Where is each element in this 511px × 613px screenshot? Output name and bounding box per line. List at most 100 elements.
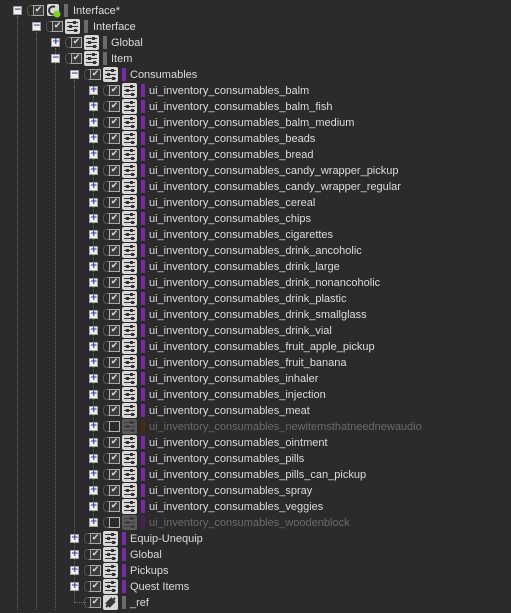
expand-toggle[interactable]: + [70, 566, 79, 575]
tree-row-sound[interactable]: + ✔ ui_inventory_consumables_pills_can_pic… [0, 467, 511, 483]
tree-row-folder[interactable]: + ✔ Pickups [0, 563, 511, 579]
tree-row-sound[interactable]: + ui_inventory_consumables_woodenblock [0, 515, 511, 531]
expand-toggle[interactable]: + [89, 310, 98, 319]
expand-toggle[interactable]: + [89, 86, 98, 95]
expand-toggle[interactable]: + [89, 406, 98, 415]
checkbox[interactable]: ✔ [109, 373, 120, 384]
expand-toggle[interactable]: + [89, 198, 98, 207]
checkbox[interactable]: ✔ [109, 357, 120, 368]
tree-row-sound[interactable]: + ✔ ui_inventory_consumables_candy_wrapper… [0, 179, 511, 195]
checkbox[interactable]: ✔ [109, 213, 120, 224]
tree-row-sound[interactable]: + ✔ ui_inventory_consumables_drink_plastic [0, 291, 511, 307]
tree-row-sound[interactable]: + ✔ ui_inventory_consumables_inhaler [0, 371, 511, 387]
tree-row-sound[interactable]: + ✔ ui_inventory_consumables_balm_medium [0, 115, 511, 131]
tree-row-consumables[interactable]: − ✔ Consumables [0, 67, 511, 83]
expand-toggle[interactable]: + [89, 294, 98, 303]
checkbox[interactable]: ✔ [109, 165, 120, 176]
checkbox[interactable]: ✔ [33, 5, 44, 16]
expand-toggle[interactable]: + [89, 454, 98, 463]
tree-row-sound[interactable]: + ✔ ui_inventory_consumables_injection [0, 387, 511, 403]
checkbox[interactable]: ✔ [109, 133, 120, 144]
checkbox[interactable]: ✔ [109, 101, 120, 112]
expand-toggle[interactable]: + [89, 358, 98, 367]
expand-toggle[interactable]: + [89, 438, 98, 447]
tree-row-sound[interactable]: + ✔ ui_inventory_consumables_beads [0, 131, 511, 147]
tree-row-sound[interactable]: + ✔ ui_inventory_consumables_spray [0, 483, 511, 499]
tree-row-sound[interactable]: + ✔ ui_inventory_consumables_cigarettes [0, 227, 511, 243]
checkbox[interactable]: ✔ [109, 293, 120, 304]
expand-toggle[interactable]: + [89, 246, 98, 255]
collapse-toggle[interactable]: − [70, 70, 79, 79]
expand-toggle[interactable]: + [89, 470, 98, 479]
checkbox[interactable]: ✔ [109, 149, 120, 160]
tree-row-sound[interactable]: + ✔ ui_inventory_consumables_meat [0, 403, 511, 419]
checkbox[interactable]: ✔ [109, 325, 120, 336]
tree-row-sound[interactable]: + ✔ ui_inventory_consumables_drink_vial [0, 323, 511, 339]
checkbox[interactable]: ✔ [109, 469, 120, 480]
tree-row-sound[interactable]: + ✔ ui_inventory_consumables_balm [0, 83, 511, 99]
expand-toggle[interactable]: + [89, 422, 98, 431]
tree-row-folder[interactable]: + ✔ Global [0, 547, 511, 563]
checkbox[interactable]: ✔ [109, 389, 120, 400]
checkbox[interactable]: ✔ [90, 533, 101, 544]
tree-row-sound[interactable]: + ✔ ui_inventory_consumables_drink_smallgl… [0, 307, 511, 323]
tree-row-sound[interactable]: + ✔ ui_inventory_consumables_fruit_banana [0, 355, 511, 371]
expand-toggle[interactable]: + [89, 182, 98, 191]
tree-row-sound[interactable]: + ✔ ui_inventory_consumables_bread [0, 147, 511, 163]
expand-toggle[interactable]: + [89, 150, 98, 159]
tree-row-sound[interactable]: + ui_inventory_consumables_newitemsthatne… [0, 419, 511, 435]
checkbox[interactable] [109, 421, 120, 432]
tree-row-item[interactable]: − ✔ Item [0, 51, 511, 67]
expand-toggle[interactable]: + [89, 486, 98, 495]
expand-toggle[interactable]: + [70, 550, 79, 559]
expand-toggle[interactable]: + [89, 230, 98, 239]
tree-row-sound[interactable]: + ✔ ui_inventory_consumables_fruit_apple_p… [0, 339, 511, 355]
tree-row-folder[interactable]: + ✔ Quest Items [0, 579, 511, 595]
tree-row-root[interactable]: − ✔ Interface* [0, 3, 511, 19]
checkbox[interactable]: ✔ [109, 197, 120, 208]
checkbox[interactable]: ✔ [109, 453, 120, 464]
expand-toggle[interactable]: + [89, 102, 98, 111]
tree-row-ref[interactable]: ✔ _ref [0, 595, 511, 611]
checkbox[interactable]: ✔ [109, 245, 120, 256]
checkbox[interactable]: ✔ [109, 341, 120, 352]
tree-row-sound[interactable]: + ✔ ui_inventory_consumables_candy_wrapper… [0, 163, 511, 179]
expand-toggle[interactable]: + [89, 502, 98, 511]
expand-toggle[interactable]: + [89, 342, 98, 351]
tree-row-global[interactable]: + ✔ Global [0, 35, 511, 51]
collapse-toggle[interactable]: − [51, 54, 60, 63]
checkbox[interactable]: ✔ [90, 597, 101, 608]
expand-toggle[interactable]: + [89, 278, 98, 287]
checkbox[interactable]: ✔ [109, 181, 120, 192]
checkbox[interactable]: ✔ [90, 565, 101, 576]
checkbox[interactable]: ✔ [90, 549, 101, 560]
expand-toggle[interactable]: + [89, 118, 98, 127]
expand-toggle[interactable]: + [89, 390, 98, 399]
collapse-toggle[interactable]: − [13, 6, 22, 15]
checkbox[interactable]: ✔ [109, 309, 120, 320]
tree-row-sound[interactable]: + ✔ ui_inventory_consumables_balm_fish [0, 99, 511, 115]
expand-toggle[interactable]: + [70, 582, 79, 591]
tree-row-sound[interactable]: + ✔ ui_inventory_consumables_drink_ancohol… [0, 243, 511, 259]
checkbox[interactable]: ✔ [109, 117, 120, 128]
checkbox[interactable]: ✔ [109, 485, 120, 496]
collapse-toggle[interactable]: − [32, 22, 41, 31]
checkbox[interactable]: ✔ [109, 277, 120, 288]
expand-toggle[interactable]: + [89, 214, 98, 223]
checkbox[interactable]: ✔ [90, 581, 101, 592]
tree-row-sound[interactable]: + ✔ ui_inventory_consumables_veggies [0, 499, 511, 515]
tree-row-folder[interactable]: + ✔ Equip-Unequip [0, 531, 511, 547]
expand-toggle[interactable]: + [89, 262, 98, 271]
checkbox[interactable]: ✔ [109, 405, 120, 416]
tree-row-sound[interactable]: + ✔ ui_inventory_consumables_pills [0, 451, 511, 467]
checkbox[interactable]: ✔ [71, 53, 82, 64]
tree-row-interface[interactable]: − ✔ Interface [0, 19, 511, 35]
checkbox[interactable]: ✔ [109, 85, 120, 96]
tree-row-sound[interactable]: + ✔ ui_inventory_consumables_chips [0, 211, 511, 227]
checkbox[interactable]: ✔ [52, 21, 63, 32]
expand-toggle[interactable]: + [89, 326, 98, 335]
checkbox[interactable]: ✔ [109, 261, 120, 272]
checkbox[interactable]: ✔ [90, 69, 101, 80]
tree-row-sound[interactable]: + ✔ ui_inventory_consumables_drink_nonanco… [0, 275, 511, 291]
checkbox[interactable]: ✔ [109, 437, 120, 448]
